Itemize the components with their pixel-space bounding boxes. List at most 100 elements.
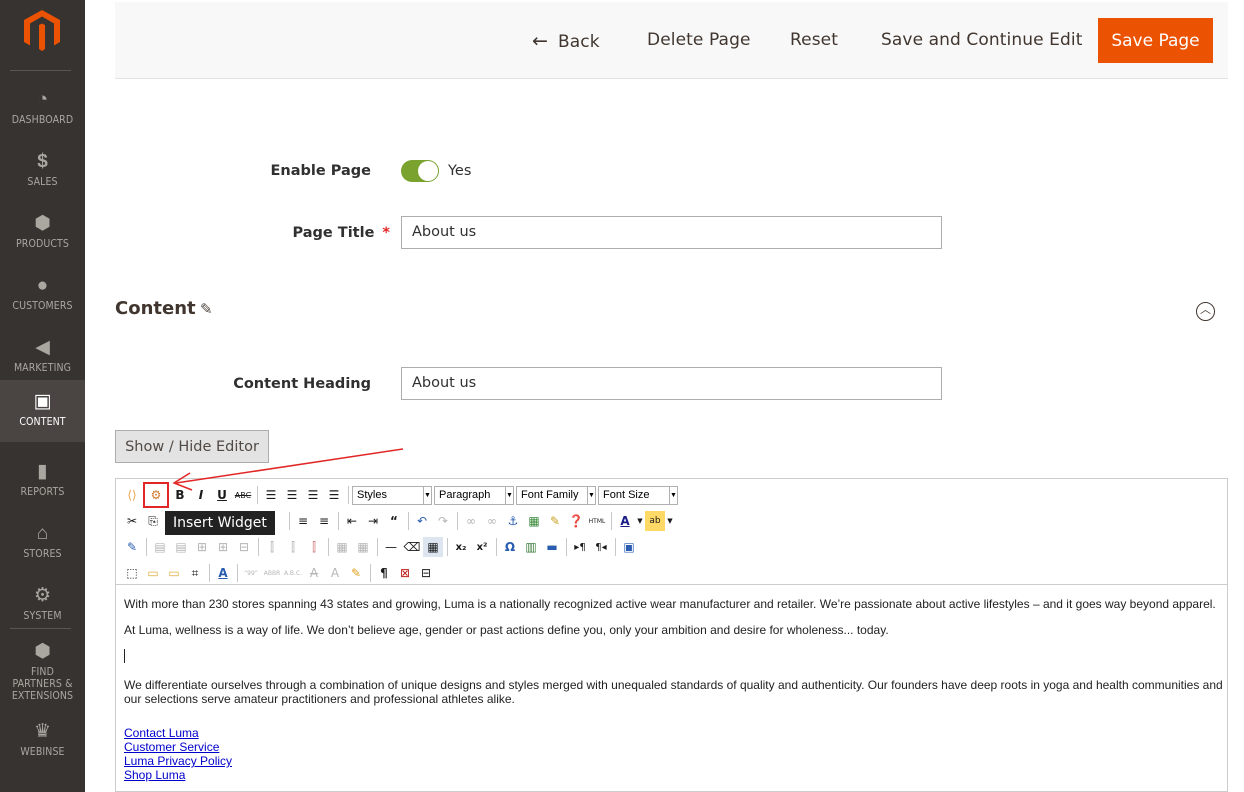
move-backward-icon[interactable]: ▭ xyxy=(164,563,184,583)
strikethrough-icon[interactable]: ABC xyxy=(233,485,253,505)
dollar-icon: $ xyxy=(37,151,48,172)
italic-icon[interactable]: I xyxy=(191,485,211,505)
cut-icon[interactable]: ✂ xyxy=(122,511,142,531)
undo-icon[interactable]: ↶ xyxy=(412,511,432,531)
indent-icon[interactable]: ⇥ xyxy=(363,511,383,531)
abbr-icon[interactable]: ABBR xyxy=(262,563,282,583)
superscript-icon[interactable]: x² xyxy=(472,537,492,557)
magento-logo[interactable] xyxy=(22,8,62,52)
split-cells-icon[interactable]: ▦ xyxy=(332,537,352,557)
unlink-icon[interactable]: ∞ xyxy=(482,511,502,531)
media-icon[interactable]: ▥ xyxy=(521,537,541,557)
copy-icon[interactable]: ⎘ xyxy=(143,511,163,531)
bold-icon[interactable]: B xyxy=(170,485,190,505)
html-source-icon[interactable]: HTML xyxy=(587,511,607,531)
absolute-position-icon[interactable]: ⌗ xyxy=(185,563,205,583)
bullet-list-icon[interactable]: ≡ xyxy=(293,511,313,531)
insert-text-icon[interactable]: A xyxy=(325,563,345,583)
blockquote-icon[interactable]: “ xyxy=(384,511,404,531)
delete-page-button[interactable]: Delete Page xyxy=(647,30,751,50)
nav-content[interactable]: ▣ CONTENT xyxy=(0,380,85,442)
insert-col-after-icon[interactable]: ⫿ xyxy=(283,537,303,557)
ltr-icon[interactable]: ▸¶ xyxy=(570,537,590,557)
nav-system[interactable]: ⚙ SYSTEM xyxy=(0,572,85,634)
insert-variable-icon[interactable]: ⟨⟩ xyxy=(122,485,142,505)
nav-sales[interactable]: $ SALES xyxy=(0,138,85,200)
collapse-chevron-icon[interactable]: ︿ xyxy=(1196,302,1215,321)
save-page-button[interactable]: Save Page xyxy=(1098,18,1213,63)
attributes-icon[interactable]: ✎ xyxy=(346,563,366,583)
delete-row-icon[interactable]: ⊟ xyxy=(234,537,254,557)
horizontal-rule-icon[interactable]: — xyxy=(381,537,401,557)
align-left-icon[interactable]: ☰ xyxy=(261,485,281,505)
highlight-dropdown-icon[interactable]: ▼ xyxy=(666,511,674,531)
align-right-icon[interactable]: ☰ xyxy=(303,485,323,505)
styleprops-icon[interactable]: A xyxy=(213,563,233,583)
cite-icon[interactable]: “99” xyxy=(241,563,261,583)
align-center-icon[interactable]: ☰ xyxy=(282,485,302,505)
rtl-icon[interactable]: ¶◂ xyxy=(591,537,611,557)
move-forward-icon[interactable]: ▭ xyxy=(143,563,163,583)
remove-format-icon[interactable]: ⌫ xyxy=(402,537,422,557)
insert-widget-icon[interactable]: ⚙ xyxy=(143,482,169,508)
font-family-select[interactable]: Font Family ▼ xyxy=(516,485,596,505)
nav-marketing[interactable]: ◀ MARKETING xyxy=(0,324,85,386)
redo-icon[interactable]: ↷ xyxy=(433,511,453,531)
subscript-icon[interactable]: x₂ xyxy=(451,537,471,557)
edit-css-icon[interactable]: ✎ xyxy=(122,537,142,557)
anchor-icon[interactable]: ⚓ xyxy=(503,511,523,531)
text-color-dropdown-icon[interactable]: ▼ xyxy=(636,511,644,531)
nav-customers[interactable]: ● CUSTOMERS xyxy=(0,262,85,324)
show-hide-editor-button[interactable]: Show / Hide Editor xyxy=(115,430,269,463)
link-shop-luma[interactable]: Shop Luma xyxy=(124,768,1224,782)
paragraph-select[interactable]: Paragraph ▼ xyxy=(434,485,514,505)
align-justify-icon[interactable]: ☰ xyxy=(324,485,344,505)
advanced-hr-icon[interactable]: ▬ xyxy=(542,537,562,557)
editor-content[interactable]: With more than 230 stores spanning 43 st… xyxy=(124,597,1224,782)
back-button[interactable]: ← Back xyxy=(532,30,600,52)
table-row-props-icon[interactable]: ▤ xyxy=(150,537,170,557)
insert-row-before-icon[interactable]: ⊞ xyxy=(192,537,212,557)
link-contact-luma[interactable]: Contact Luma xyxy=(124,726,1224,740)
highlight-color-icon[interactable]: ab xyxy=(645,511,665,531)
special-char-icon[interactable]: Ω xyxy=(500,537,520,557)
image-icon[interactable]: ▦ xyxy=(524,511,544,531)
non-breaking-icon[interactable]: ⊠ xyxy=(395,563,415,583)
content-heading-input[interactable]: About us xyxy=(401,367,942,400)
insert-col-before-icon[interactable]: ⫿ xyxy=(262,537,282,557)
save-continue-button[interactable]: Save and Continue Edit xyxy=(881,30,1083,50)
cleanup-icon[interactable]: ✎ xyxy=(545,511,565,531)
numbered-list-icon[interactable]: ≡ xyxy=(314,511,334,531)
reset-button[interactable]: Reset xyxy=(790,30,838,50)
merge-cells-icon[interactable]: ▦ xyxy=(353,537,373,557)
nav-webinse[interactable]: ♛ WEBINSE xyxy=(0,708,85,770)
font-size-select[interactable]: Font Size ▼ xyxy=(598,485,678,505)
page-break-icon[interactable]: ⊟ xyxy=(416,563,436,583)
page-title-input[interactable]: About us xyxy=(401,216,942,249)
link-customer-service[interactable]: Customer Service xyxy=(124,740,1224,754)
table-icon[interactable]: ▦ xyxy=(423,537,443,557)
nav-products[interactable]: ⬢ PRODUCTS xyxy=(0,200,85,262)
nav-dashboard[interactable]: ◔ DASHBOARD xyxy=(0,76,85,138)
link-icon[interactable]: ∞ xyxy=(461,511,481,531)
text-color-icon[interactable]: A xyxy=(615,511,635,531)
styles-select[interactable]: Styles ▼ xyxy=(352,485,432,505)
insert-row-after-icon[interactable]: ⊞ xyxy=(213,537,233,557)
delete-col-icon[interactable]: ⫿ xyxy=(304,537,324,557)
link-privacy-policy[interactable]: Luma Privacy Policy xyxy=(124,754,1224,768)
acronym-icon[interactable]: A.B.C. xyxy=(283,563,303,583)
nav-stores[interactable]: ⌂ STORES xyxy=(0,510,85,572)
outdent-icon[interactable]: ⇤ xyxy=(342,511,362,531)
help-icon[interactable]: ❓ xyxy=(566,511,586,531)
insert-layer-icon[interactable]: ⬚ xyxy=(122,563,142,583)
enable-page-toggle[interactable] xyxy=(401,160,439,182)
delete-text-icon[interactable]: A xyxy=(304,563,324,583)
fullscreen-icon[interactable]: ▣ xyxy=(619,537,639,557)
content-section-title[interactable]: Content xyxy=(115,298,196,319)
table-cell-props-icon[interactable]: ▤ xyxy=(171,537,191,557)
nav-find-partners[interactable]: ⬢ FIND PARTNERS & EXTENSIONS xyxy=(0,634,85,708)
nav-reports[interactable]: ▮ REPORTS xyxy=(0,448,85,510)
visual-chars-icon[interactable]: ¶ xyxy=(374,563,394,583)
underline-icon[interactable]: U xyxy=(212,485,232,505)
paragraph: We differentiate ourselves through a com… xyxy=(124,678,1223,706)
